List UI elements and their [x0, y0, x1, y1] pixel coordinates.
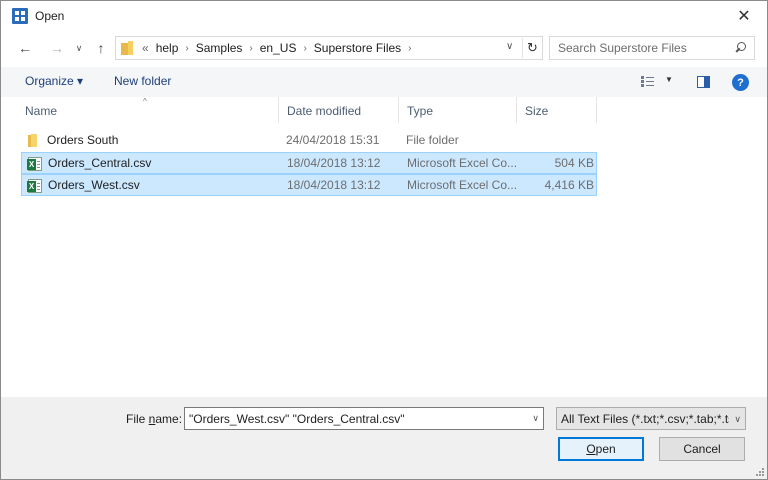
excel-csv-icon [27, 157, 42, 171]
file-list: Orders South 24/04/2018 15:31 File folde… [21, 130, 597, 196]
column-date-label: Date modified [287, 104, 362, 118]
preview-pane-icon[interactable] [697, 76, 710, 88]
search-box[interactable] [549, 36, 755, 60]
breadcrumb-item-en-us[interactable]: en_US [260, 41, 297, 55]
forward-button[interactable]: → [47, 38, 67, 58]
up-button[interactable]: ↑ [91, 38, 111, 58]
file-name: Orders_West.csv [48, 178, 140, 192]
file-name: Orders_Central.csv [48, 156, 152, 170]
organize-menu[interactable]: Organize ▾ [25, 74, 83, 88]
help-icon[interactable]: ? [732, 74, 749, 91]
open-button-accesskey: O [586, 442, 596, 456]
open-file-dialog: Open ✕ ← → ∨ ↑ « help › Samples › en_US … [0, 0, 768, 480]
file-name-combobox[interactable]: ∨ [184, 407, 544, 430]
column-size-label: Size [525, 104, 549, 118]
column-name[interactable]: Name ^ [17, 97, 279, 123]
column-size[interactable]: Size [517, 97, 597, 123]
chevron-down-icon: ∨ [734, 414, 741, 424]
window-title: Open [35, 9, 65, 23]
search-icon[interactable] [735, 42, 746, 53]
file-name-label-suffix: ame: [155, 412, 183, 426]
breadcrumb-item-help[interactable]: help [156, 41, 179, 55]
breadcrumb-separator-icon[interactable]: › [249, 43, 252, 54]
column-header-row: Name ^ Date modified Type Size [17, 97, 767, 123]
forward-arrow-icon: → [50, 40, 64, 56]
column-name-label: Name [25, 104, 58, 118]
file-type-filter-select[interactable]: All Text Files (*.txt;*.csv;*.tab;*.tsv)… [556, 407, 746, 430]
file-date: 18/04/2018 13:12 [287, 178, 381, 192]
folder-icon [121, 41, 134, 55]
title-bar: Open ✕ [1, 1, 767, 31]
search-input[interactable] [550, 37, 730, 59]
close-button[interactable]: ✕ [721, 1, 767, 31]
navigation-bar: ← → ∨ ↑ « help › Samples › en_US › Super… [1, 31, 767, 65]
address-bar[interactable]: « help › Samples › en_US › Superstore Fi… [115, 36, 543, 60]
breadcrumb-item-samples[interactable]: Samples [196, 41, 243, 55]
address-dropdown-icon[interactable]: ∨ [506, 41, 513, 52]
app-icon [12, 8, 28, 24]
dialog-footer: File name: ∨ All Text Files (*.txt;*.csv… [1, 397, 767, 479]
column-date-modified[interactable]: Date modified [279, 97, 399, 123]
breadcrumb: « help › Samples › en_US › Superstore Fi… [142, 41, 419, 55]
file-date: 18/04/2018 13:12 [287, 156, 381, 170]
file-row-orders-west[interactable]: Orders_West.csv 18/04/2018 13:12 Microso… [21, 174, 597, 196]
breadcrumb-separator-icon[interactable]: › [303, 43, 306, 54]
chevron-down-icon: ∨ [75, 42, 83, 53]
refresh-icon: ↻ [527, 40, 538, 55]
file-row-orders-south[interactable]: Orders South 24/04/2018 15:31 File folde… [21, 130, 597, 152]
file-size: 4,416 KB [544, 178, 594, 192]
file-type-filter-value: All Text Files (*.txt;*.csv;*.tab;*.tsv) [561, 412, 729, 426]
up-arrow-icon: ↑ [97, 40, 105, 56]
file-type: Microsoft Excel Co... [407, 156, 518, 170]
open-button[interactable]: Open [558, 437, 644, 461]
back-button[interactable]: ← [15, 38, 35, 58]
view-options-icon[interactable] [641, 76, 655, 88]
file-row-orders-central[interactable]: Orders_Central.csv 18/04/2018 13:12 Micr… [21, 152, 597, 174]
file-type: Microsoft Excel Co... [407, 178, 518, 192]
sort-ascending-icon: ^ [143, 97, 147, 106]
file-type: File folder [406, 133, 459, 147]
file-size: 504 KB [554, 156, 594, 170]
column-type-label: Type [407, 104, 434, 118]
column-type[interactable]: Type [399, 97, 517, 123]
new-folder-button[interactable]: New folder [114, 74, 171, 88]
breadcrumb-item-superstore-files[interactable]: Superstore Files [314, 41, 401, 55]
breadcrumb-separator-icon[interactable]: › [408, 43, 411, 54]
breadcrumb-separator-icon[interactable]: › [185, 43, 188, 54]
excel-csv-icon [27, 179, 42, 193]
command-bar: Organize ▾ New folder ▼ ? [1, 67, 767, 97]
file-name-input[interactable] [185, 408, 519, 429]
view-dropdown-icon[interactable]: ▼ [665, 75, 673, 84]
file-name-label: File name: [126, 412, 182, 426]
chevron-down-icon[interactable]: ∨ [532, 413, 539, 424]
refresh-button[interactable]: ↻ [522, 38, 542, 58]
open-button-label: pen [595, 442, 616, 456]
cancel-button[interactable]: Cancel [659, 437, 745, 461]
close-icon: ✕ [737, 8, 751, 25]
recent-locations-button[interactable]: ∨ [69, 38, 89, 58]
breadcrumb-overflow[interactable]: « [142, 41, 149, 55]
file-date: 24/04/2018 15:31 [286, 133, 380, 147]
folder-icon [27, 134, 41, 148]
resize-grip-icon[interactable] [755, 467, 765, 477]
file-name: Orders South [47, 133, 119, 147]
back-arrow-icon: ← [18, 40, 32, 56]
file-name-label-prefix: File [126, 412, 149, 426]
